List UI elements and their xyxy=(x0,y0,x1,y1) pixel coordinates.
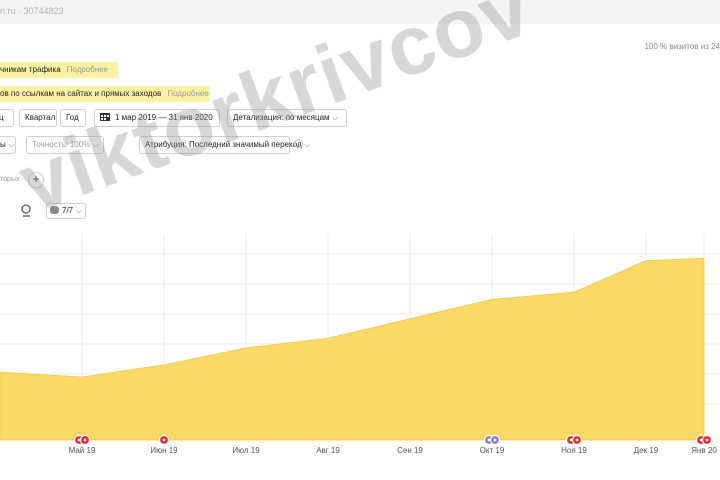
x-tick-label: Авг 19 xyxy=(316,446,340,455)
x-tick-label: Май 19 xyxy=(69,446,96,455)
x-tick-label: Дек 19 xyxy=(634,446,659,455)
others-label: торых xyxy=(0,176,20,183)
annotation-marker-dot xyxy=(705,438,709,442)
period-year-button[interactable]: Год xyxy=(60,109,86,127)
period-quarter-button[interactable]: Квартал xyxy=(19,109,57,127)
calendar-icon xyxy=(100,113,110,121)
attribution-label: Атрибуция: Последний значимый переход xyxy=(145,140,302,149)
chevron-down-icon: ⌵ xyxy=(76,208,82,215)
x-tick-label: Окт 19 xyxy=(480,446,505,455)
magnifier-icon[interactable] xyxy=(20,204,32,218)
attribution-dropdown[interactable]: Атрибуция: Последний значимый переход ⌵ xyxy=(139,136,310,154)
traffic-sources-notice: чникам трафика Подробнее xyxy=(0,62,118,78)
date-range-label: 1 мар 2019 — 31 янв 2020 xyxy=(115,113,213,122)
period-month-button[interactable]: ц xyxy=(0,109,14,127)
notice-more-link[interactable]: Подробнее xyxy=(167,89,209,98)
annotation-marker-dot xyxy=(83,438,87,442)
annotation-marker-dot xyxy=(162,438,166,442)
chevron-down-icon: ⌵ xyxy=(332,115,338,122)
date-range-picker[interactable]: 1 мар 2019 — 31 янв 2020 xyxy=(94,109,220,127)
segment-dropdown[interactable]: ы ⌵ xyxy=(0,136,16,154)
accuracy-dropdown[interactable]: Точность: 100% ⌵ xyxy=(26,136,104,154)
x-axis-labels: Май 19 Июн 19 Июл 19 Авг 19 Сен 19 Окт 19 Ноя … xyxy=(69,446,718,455)
accuracy-label: Точность: 100% xyxy=(32,140,91,149)
add-button[interactable]: + xyxy=(28,172,44,188)
annotation-marker-dot xyxy=(575,438,579,442)
notice-text: чникам трафика xyxy=(0,65,61,74)
annotation-marker-dot xyxy=(493,438,497,442)
referral-notice: ов по ссылкам на сайтах и прямых заходов… xyxy=(0,86,210,102)
visits-share-label: 100 % визитов из 24 xyxy=(644,42,720,51)
area-chart: Май 19 Июн 19 Июл 19 Авг 19 Сен 19 Окт 19 Ноя … xyxy=(0,234,720,455)
notice-text: ов по ссылкам на сайтах и прямых заходов xyxy=(0,89,162,98)
chevron-down-icon: ⌵ xyxy=(304,142,310,149)
detail-dropdown[interactable]: Детализация: по месяцам ⌵ xyxy=(227,109,347,127)
help-icon[interactable]: ? xyxy=(294,139,303,148)
chevron-down-icon: ⌵ xyxy=(93,142,99,149)
x-tick-label: Ноя 19 xyxy=(561,446,587,455)
detail-label: Детализация: по месяцам xyxy=(233,113,330,122)
top-bar: n.ru · 30744823 xyxy=(0,0,720,24)
notice-more-link[interactable]: Подробнее xyxy=(67,65,109,74)
series-area xyxy=(0,257,705,441)
x-tick-label: Июн 19 xyxy=(150,446,178,455)
x-tick-label: Сен 19 xyxy=(397,446,423,455)
notes-count: 7/7 xyxy=(62,206,74,215)
comment-icon xyxy=(50,206,59,214)
chevron-down-icon: ⌵ xyxy=(8,142,15,149)
notes-dropdown[interactable]: 7/7 ⌵ xyxy=(46,203,87,219)
x-tick-label: Янв 20 xyxy=(691,446,717,455)
site-counter-label: n.ru · 30744823 xyxy=(0,6,64,16)
segment-label: ы xyxy=(0,140,6,149)
x-tick-label: Июл 19 xyxy=(232,446,260,455)
